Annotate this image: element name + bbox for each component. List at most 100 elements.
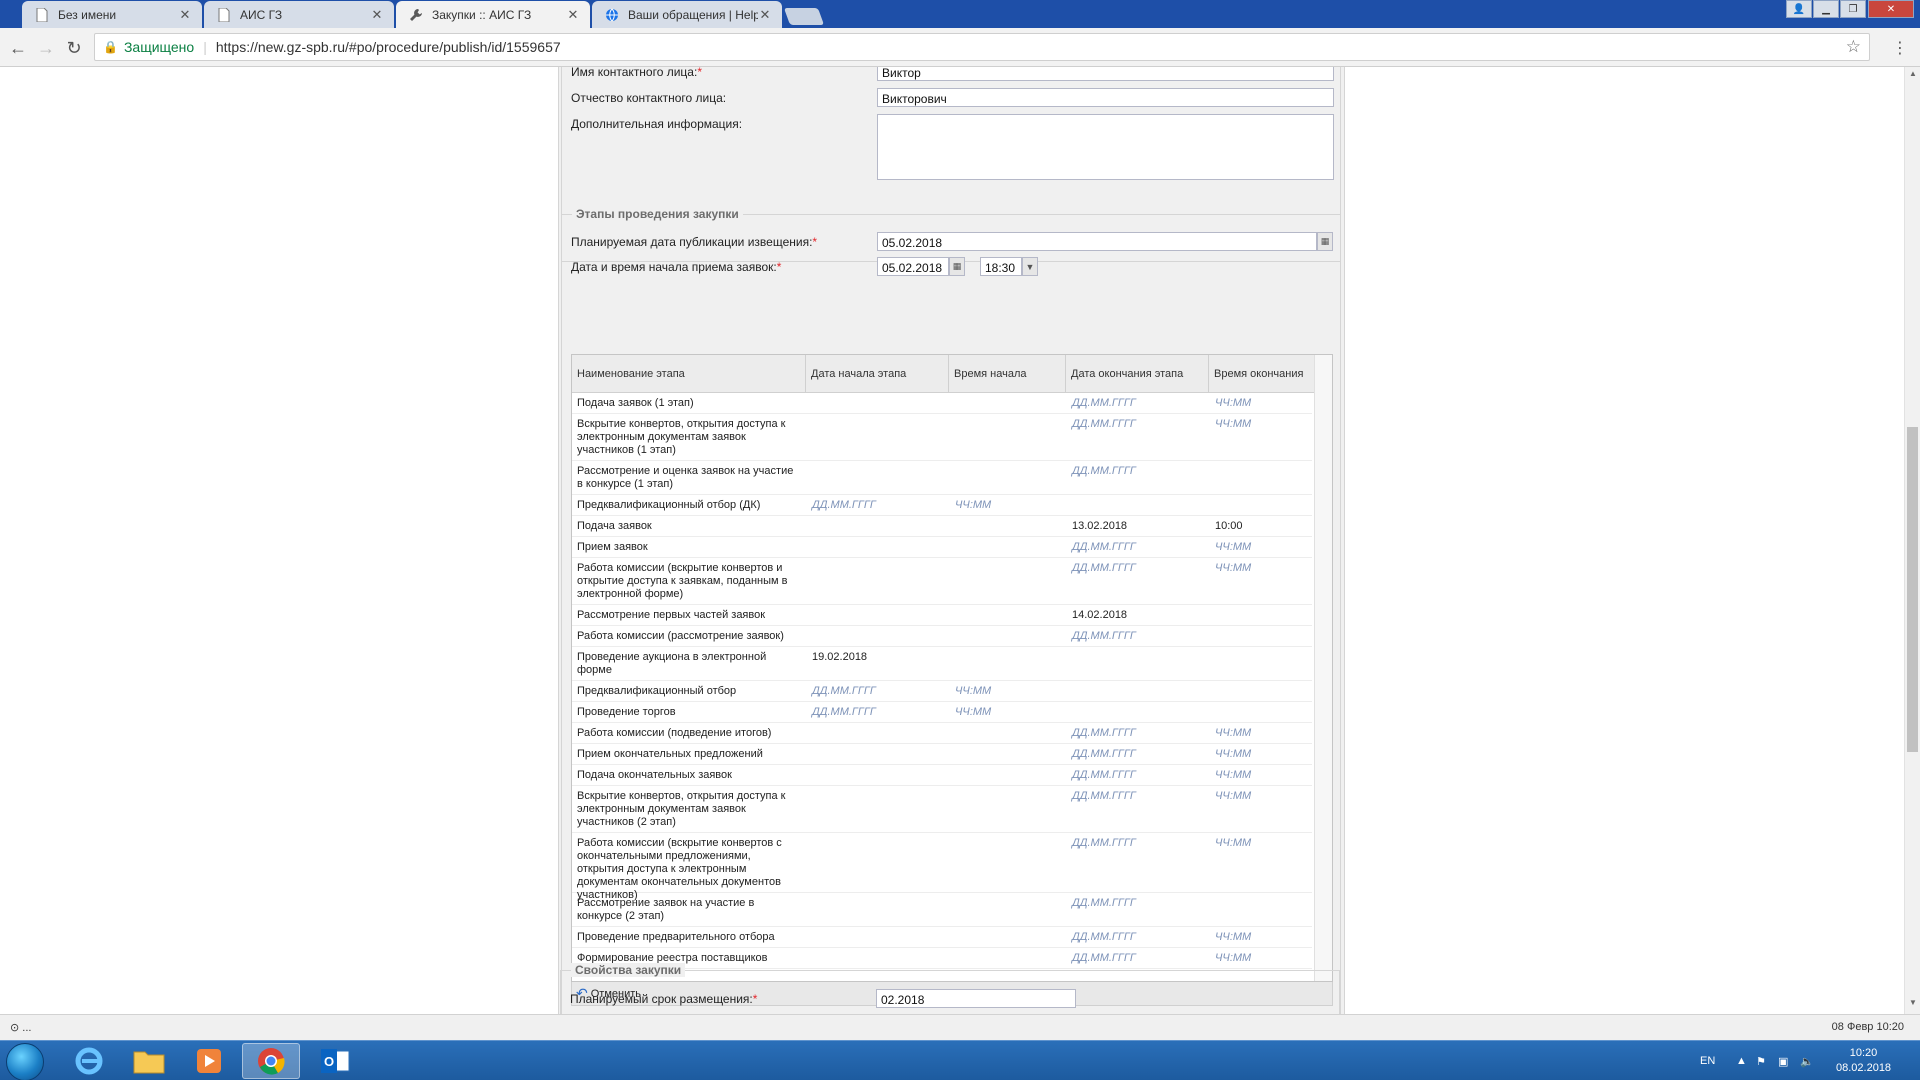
close-window-button[interactable]: ✕ <box>1868 0 1914 18</box>
extra-info-textarea[interactable] <box>877 114 1334 180</box>
stage-value-cell[interactable]: ДД.ММ.ГГГГ <box>1072 465 1202 478</box>
stage-value-cell[interactable]: ЧЧ:ММ <box>955 499 1060 512</box>
table-row[interactable]: Рассмотрение заявок на участие в конкурс… <box>572 893 1312 927</box>
stage-value-cell[interactable]: ЧЧ:ММ <box>1215 952 1310 965</box>
calendar-icon[interactable]: ▦ <box>949 257 965 276</box>
back-arrow-icon[interactable]: ← <box>6 36 30 60</box>
stage-value-cell[interactable]: ДД.ММ.ГГГГ <box>1072 418 1202 431</box>
user-icon[interactable]: 👤 <box>1786 0 1812 18</box>
stage-value-cell[interactable]: ДД.ММ.ГГГГ <box>1072 931 1202 944</box>
stage-value-cell[interactable]: ДД.ММ.ГГГГ <box>1072 727 1202 740</box>
start-button[interactable] <box>6 1043 44 1080</box>
stage-value-cell[interactable]: ДД.ММ.ГГГГ <box>1072 769 1202 782</box>
stage-value-cell[interactable]: ДД.ММ.ГГГГ <box>1072 562 1202 575</box>
stage-value-cell[interactable]: ЧЧ:ММ <box>1215 727 1310 740</box>
stage-value-cell[interactable]: ДД.ММ.ГГГГ <box>1072 952 1202 965</box>
column-header-end-date[interactable]: Дата окончания этапа <box>1066 355 1209 393</box>
browser-tab-2[interactable]: АИС ГЗ ✕ <box>204 1 394 28</box>
stage-value-cell[interactable]: ЧЧ:ММ <box>1215 769 1310 782</box>
table-row[interactable]: Подача окончательных заявок ДД.ММ.ГГГГ ЧЧ:… <box>572 765 1312 786</box>
column-header-start-time[interactable]: Время начала <box>949 355 1066 393</box>
stage-value-cell[interactable]: ЧЧ:ММ <box>1215 931 1310 944</box>
browser-tab-1[interactable]: Без имени ✕ <box>22 1 202 28</box>
start-time-field[interactable]: 18:30 <box>980 257 1022 276</box>
stage-value-cell[interactable]: ДД.ММ.ГГГГ <box>1072 397 1202 410</box>
restore-button[interactable]: ❐ <box>1840 0 1866 18</box>
scroll-down-arrow[interactable]: ▼ <box>1905 998 1920 1012</box>
stage-value-cell[interactable]: ЧЧ:ММ <box>1215 748 1310 761</box>
table-row[interactable]: Работа комиссии (рассмотрение заявок) ДД.… <box>572 626 1312 647</box>
new-tab-button[interactable] <box>783 8 825 25</box>
page-scrollbar[interactable]: ▲ ▼ <box>1904 67 1920 1014</box>
volume-icon[interactable]: 🔈 <box>1800 1041 1814 1080</box>
outlook-icon[interactable]: O <box>306 1043 364 1079</box>
star-icon[interactable]: ☆ <box>1846 37 1861 57</box>
table-row[interactable]: Рассмотрение первых частей заявок 14.02.2… <box>572 605 1312 626</box>
clock[interactable]: 10:20 08.02.2018 <box>1836 1041 1891 1080</box>
column-header-stage-name[interactable]: Наименование этапа <box>572 355 806 393</box>
stage-value-cell[interactable]: ЧЧ:ММ <box>1215 837 1310 850</box>
calendar-icon[interactable]: ▦ <box>1317 232 1333 251</box>
stage-value-cell[interactable]: ЧЧ:ММ <box>1215 397 1310 410</box>
stage-value-cell[interactable]: 14.02.2018 <box>1072 609 1202 622</box>
address-bar[interactable]: 🔒 Защищено | https://new.gz-spb.ru/#po/p… <box>94 33 1870 61</box>
close-icon[interactable]: ✕ <box>758 7 772 23</box>
stage-value-cell[interactable]: ДД.ММ.ГГГГ <box>1072 837 1202 850</box>
table-row[interactable]: Вскрытие конвертов, открытия доступа к э… <box>572 786 1312 833</box>
stage-value-cell[interactable]: ДД.ММ.ГГГГ <box>812 706 942 719</box>
stage-value-cell[interactable]: ДД.ММ.ГГГГ <box>1072 790 1202 803</box>
chrome-icon[interactable] <box>242 1043 300 1079</box>
publication-date-field[interactable]: 05.02.2018 <box>877 232 1317 251</box>
close-icon[interactable]: ✕ <box>178 7 192 23</box>
stage-value-cell[interactable]: 10:00 <box>1215 520 1310 533</box>
stage-value-cell[interactable]: ЧЧ:ММ <box>1215 562 1310 575</box>
stage-value-cell[interactable]: ДД.ММ.ГГГГ <box>812 685 942 698</box>
reload-icon[interactable]: ↻ <box>62 36 86 60</box>
column-header-start-date[interactable]: Дата начала этапа <box>806 355 949 393</box>
table-row[interactable]: Подача заявок (1 этап) ДД.ММ.ГГГГ ЧЧ:ММ <box>572 393 1312 414</box>
minimize-button[interactable]: ▁ <box>1813 0 1839 18</box>
table-row[interactable]: Предквалификационный отбор ДД.ММ.ГГГГ ЧЧ:М… <box>572 681 1312 702</box>
table-row[interactable]: Вскрытие конвертов, открытия доступа к э… <box>572 414 1312 461</box>
stage-value-cell[interactable]: ЧЧ:ММ <box>955 706 1060 719</box>
browser-tab-4[interactable]: Ваши обращения | Help ✕ <box>592 1 782 28</box>
table-row[interactable]: Проведение аукциона в электронной форме 1… <box>572 647 1312 681</box>
start-date-field[interactable]: 05.02.2018 <box>877 257 949 276</box>
stage-value-cell[interactable]: 19.02.2018 <box>812 651 942 664</box>
flag-icon[interactable]: ⚑ <box>1756 1041 1766 1080</box>
stage-value-cell[interactable]: ЧЧ:ММ <box>955 685 1060 698</box>
table-row[interactable]: Рассмотрение и оценка заявок на участие … <box>572 461 1312 495</box>
first-name-field[interactable]: Виктор <box>877 67 1334 81</box>
table-row[interactable]: Прием окончательных предложений ДД.ММ.ГГГ… <box>572 744 1312 765</box>
file-explorer-icon[interactable] <box>120 1043 178 1079</box>
stage-value-cell[interactable]: ДД.ММ.ГГГГ <box>1072 630 1202 643</box>
table-row[interactable]: Проведение торгов ДД.ММ.ГГГГ ЧЧ:ММ <box>572 702 1312 723</box>
close-icon[interactable]: ✕ <box>566 7 580 23</box>
menu-icon[interactable]: ⋮ <box>1892 38 1908 58</box>
term-field[interactable]: 02.2018 <box>876 989 1076 1008</box>
network-icon[interactable]: ▣ <box>1778 1041 1788 1080</box>
patronymic-field[interactable]: Викторович <box>877 88 1334 107</box>
forward-arrow-icon[interactable]: → <box>34 36 58 60</box>
browser-tab-3[interactable]: Закупки :: АИС ГЗ ✕ <box>396 1 590 28</box>
stage-value-cell[interactable]: ЧЧ:ММ <box>1215 541 1310 554</box>
chevron-down-icon[interactable]: ▼ <box>1022 257 1038 276</box>
table-row[interactable]: Проведение предварительного отбора ДД.ММ.… <box>572 927 1312 948</box>
tray-arrow-icon[interactable]: ▲ <box>1736 1041 1747 1080</box>
stage-value-cell[interactable]: ДД.ММ.ГГГГ <box>1072 897 1202 910</box>
close-icon[interactable]: ✕ <box>370 7 384 23</box>
language-indicator[interactable]: EN <box>1700 1041 1715 1080</box>
stage-value-cell[interactable]: ДД.ММ.ГГГГ <box>1072 748 1202 761</box>
table-row[interactable]: Подача заявок 13.02.2018 10:00 <box>572 516 1312 537</box>
table-row[interactable]: Работа комиссии (вскрытие конвертов и от… <box>572 558 1312 605</box>
stage-value-cell[interactable]: ДД.ММ.ГГГГ <box>812 499 942 512</box>
grid-scrollbar[interactable] <box>1314 355 1332 981</box>
stage-value-cell[interactable]: 13.02.2018 <box>1072 520 1202 533</box>
internet-explorer-icon[interactable] <box>60 1043 118 1079</box>
stage-value-cell[interactable]: ЧЧ:ММ <box>1215 418 1310 431</box>
table-row[interactable]: Работа комиссии (вскрытие конвертов с ок… <box>572 833 1312 901</box>
stage-value-cell[interactable]: ДД.ММ.ГГГГ <box>1072 541 1202 554</box>
stage-value-cell[interactable]: ЧЧ:ММ <box>1215 790 1310 803</box>
table-row[interactable]: Работа комиссии (подведение итогов) ДД.ММ… <box>572 723 1312 744</box>
scrollbar-thumb[interactable] <box>1907 427 1918 752</box>
